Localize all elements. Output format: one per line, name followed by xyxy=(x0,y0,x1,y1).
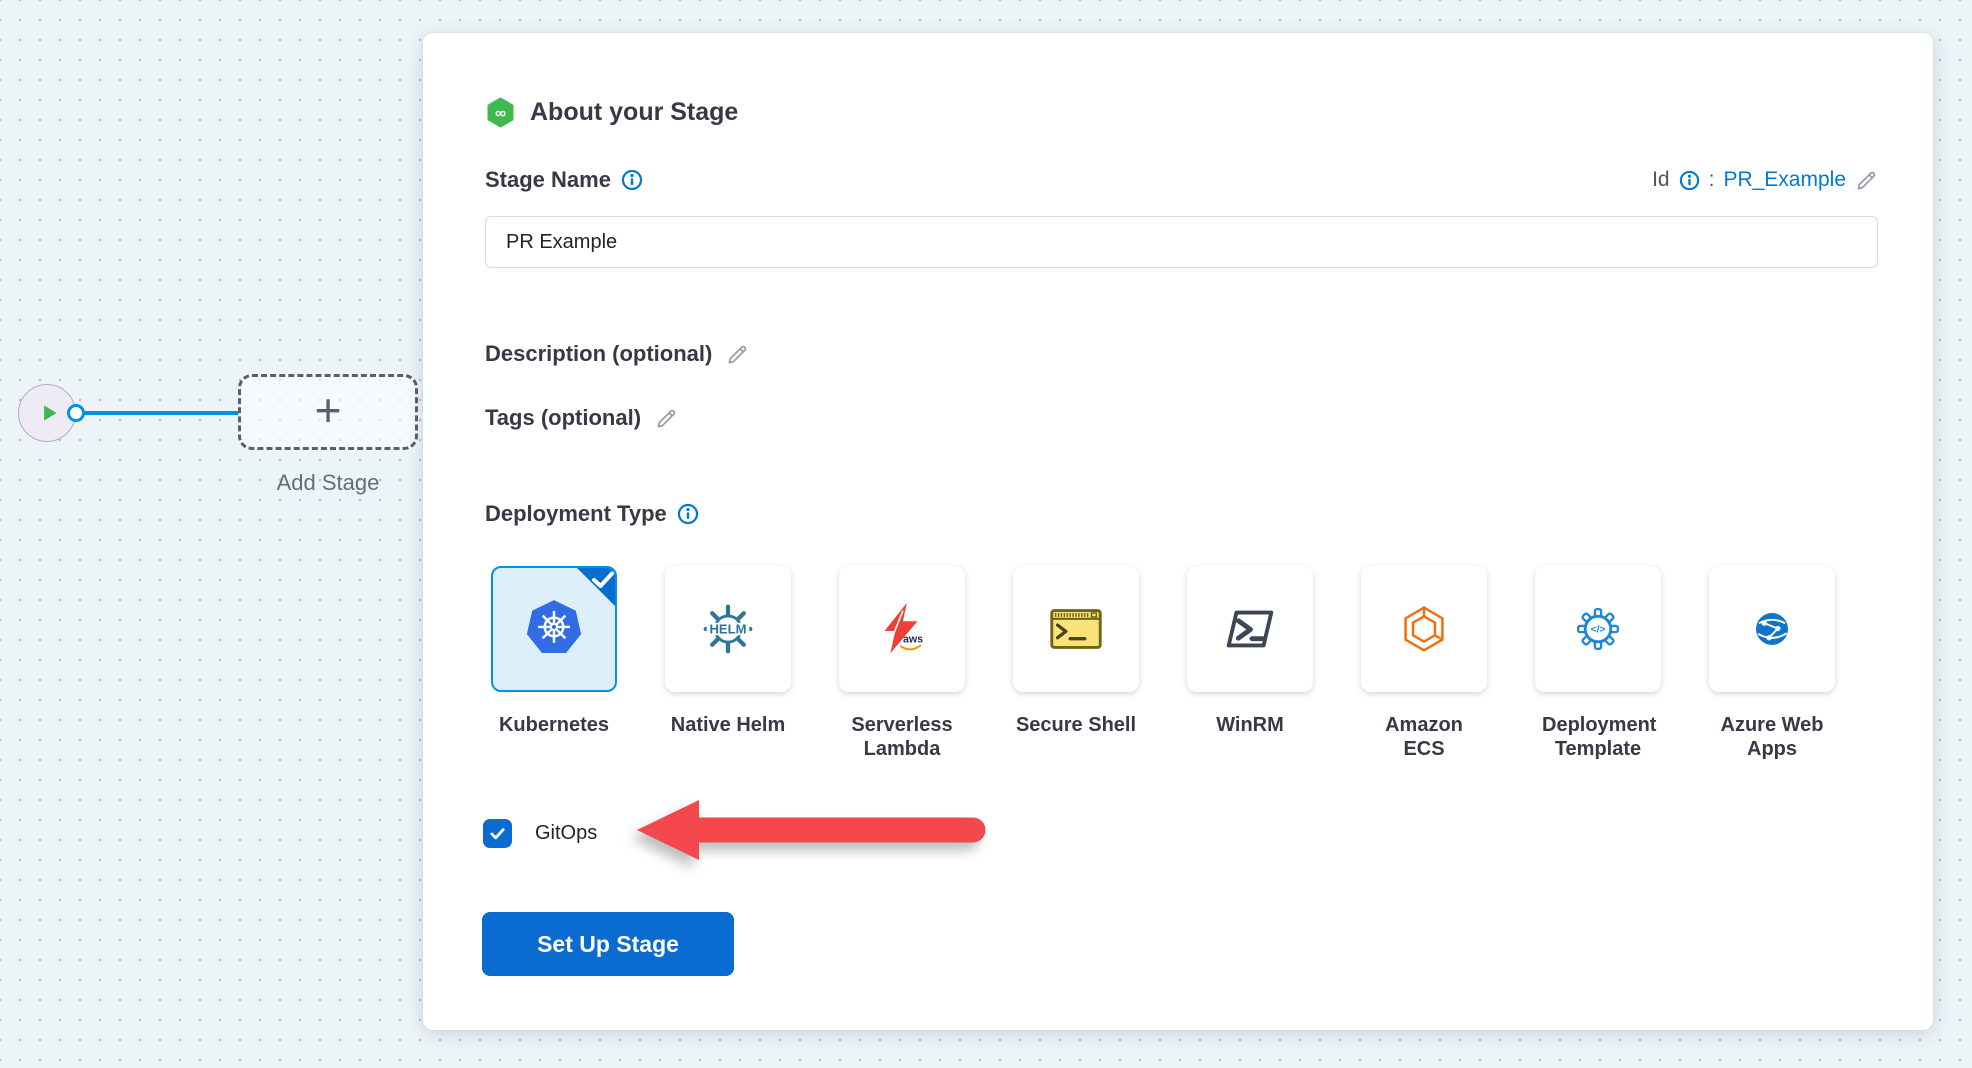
description-row: Description (optional) xyxy=(485,341,749,367)
add-stage-button[interactable]: + xyxy=(238,374,418,450)
azure-web-apps-icon xyxy=(1741,598,1803,660)
deployment-type-option-label: Amazon ECS xyxy=(1374,714,1474,761)
secure-shell-icon xyxy=(1045,598,1107,660)
about-stage-panel: ∞ About your Stage Stage Name Id : PR_Ex… xyxy=(423,33,1933,1030)
deployment-type-option-label: Kubernetes xyxy=(484,714,624,738)
deployment-type-option-serverless-lambda[interactable]: aws Serverless Lambda xyxy=(839,566,965,761)
description-label: Description (optional) xyxy=(485,341,712,367)
deployment-type-card[interactable]: </> xyxy=(1535,566,1661,692)
deployment-type-option-azure-web-apps[interactable]: Azure Web Apps xyxy=(1709,566,1835,761)
red-annotation-arrow xyxy=(633,797,1001,867)
stage-name-input[interactable] xyxy=(485,216,1878,268)
deployment-type-option-kubernetes[interactable]: Kubernetes xyxy=(491,566,617,761)
svg-text:HELM: HELM xyxy=(709,621,746,636)
check-icon xyxy=(487,823,508,844)
deployment-type-card[interactable] xyxy=(1361,566,1487,692)
plus-icon: + xyxy=(315,387,342,433)
deployment-type-option-deployment-template[interactable]: </> Deployment Template xyxy=(1535,566,1661,761)
connector-port xyxy=(67,404,85,422)
play-icon xyxy=(36,400,62,426)
deployment-type-label: Deployment Type xyxy=(485,501,667,527)
deployment-type-card[interactable] xyxy=(491,566,617,692)
gitops-checkbox[interactable] xyxy=(483,819,512,848)
stage-id-group: Id : PR_Example xyxy=(1652,168,1878,192)
deployment-type-options: Kubernetes HELM Native Helm xyxy=(491,566,1835,761)
amazon-ecs-icon xyxy=(1393,598,1455,660)
stage-name-label: Stage Name xyxy=(485,167,611,193)
info-icon[interactable] xyxy=(1679,170,1700,191)
id-separator: : xyxy=(1709,168,1715,192)
svg-text:∞: ∞ xyxy=(495,105,506,122)
deployment-type-row: Deployment Type xyxy=(485,501,699,527)
gitops-label: GitOps xyxy=(535,822,597,845)
deployment-type-card[interactable]: aws xyxy=(839,566,965,692)
id-label: Id xyxy=(1652,168,1670,192)
svg-text:aws: aws xyxy=(903,634,923,646)
tags-label: Tags (optional) xyxy=(485,405,641,431)
info-icon[interactable] xyxy=(621,169,643,191)
edit-pencil-icon[interactable] xyxy=(726,343,749,366)
gitops-row: GitOps xyxy=(483,819,597,848)
helm-icon: HELM xyxy=(697,598,759,660)
deployment-type-card[interactable] xyxy=(1709,566,1835,692)
panel-title: About your Stage xyxy=(530,98,738,127)
deployment-type-option-secure-shell[interactable]: Secure Shell xyxy=(1013,566,1139,761)
winrm-icon xyxy=(1219,598,1281,660)
connector-line xyxy=(84,411,239,415)
edit-pencil-icon[interactable] xyxy=(655,407,678,430)
deployment-type-option-label: Azure Web Apps xyxy=(1716,714,1828,761)
selected-check-corner xyxy=(574,567,616,609)
deployment-type-option-label: Secure Shell xyxy=(1006,714,1146,738)
info-icon[interactable] xyxy=(677,503,699,525)
id-value: PR_Example xyxy=(1723,168,1846,192)
deployment-type-option-native-helm[interactable]: HELM Native Helm xyxy=(665,566,791,761)
panel-header: ∞ About your Stage xyxy=(485,97,738,128)
tags-row: Tags (optional) xyxy=(485,405,678,431)
deployment-type-card[interactable]: HELM xyxy=(665,566,791,692)
serverless-lambda-icon: aws xyxy=(871,598,933,660)
deployment-template-icon: </> xyxy=(1567,598,1629,660)
deployment-type-option-label: WinRM xyxy=(1180,714,1320,738)
setup-stage-button[interactable]: Set Up Stage xyxy=(482,912,734,976)
deployment-type-card[interactable] xyxy=(1187,566,1313,692)
deployment-type-option-label: Serverless Lambda xyxy=(846,714,958,761)
edit-pencil-icon[interactable] xyxy=(1855,169,1878,192)
deploy-stage-icon: ∞ xyxy=(485,97,516,128)
deployment-type-card[interactable] xyxy=(1013,566,1139,692)
deployment-type-option-label: Deployment Template xyxy=(1542,714,1654,761)
deployment-type-option-winrm[interactable]: WinRM xyxy=(1187,566,1313,761)
svg-text:</>: </> xyxy=(1591,625,1606,636)
deployment-type-option-label: Native Helm xyxy=(658,714,798,738)
stage-name-row: Stage Name Id : PR_Example xyxy=(485,167,1878,193)
add-stage-label: Add Stage xyxy=(238,470,418,496)
deployment-type-option-amazon-ecs[interactable]: Amazon ECS xyxy=(1361,566,1487,761)
